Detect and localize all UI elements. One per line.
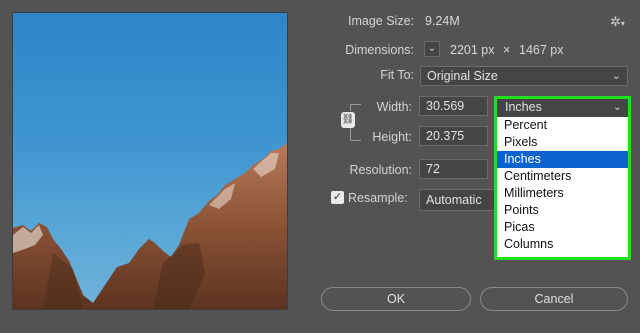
unit-dropdown[interactable]: Inches ⌄ Percent Pixels Inches Centimete…: [494, 96, 631, 260]
mountain-image: [13, 143, 287, 309]
resample-value: Automatic: [426, 193, 482, 207]
unit-option-columns[interactable]: Columns: [497, 236, 628, 253]
dimensions-label: Dimensions:: [345, 43, 414, 57]
image-preview: [12, 12, 288, 310]
fit-to-select[interactable]: Original Size ⌄: [420, 66, 628, 86]
dimensions-width: 2201 px: [450, 43, 495, 57]
cancel-button[interactable]: Cancel: [480, 287, 628, 311]
height-label: Height:: [372, 130, 412, 144]
resample-label: Resample:: [348, 191, 408, 205]
dimensions-times: ×: [503, 43, 511, 57]
unit-option-inches[interactable]: Inches: [497, 151, 628, 168]
unit-option-centimeters[interactable]: Centimeters: [497, 168, 628, 185]
unit-option-picas[interactable]: Picas: [497, 219, 628, 236]
dimensions-height: 1467 px: [519, 43, 564, 57]
unit-option-pixels[interactable]: Pixels: [497, 134, 628, 151]
unit-option-percent[interactable]: Percent: [497, 117, 628, 134]
image-size-value: 9.24M: [425, 14, 460, 28]
ok-button[interactable]: OK: [321, 287, 471, 311]
fit-to-value: Original Size: [427, 69, 498, 83]
width-input[interactable]: 30.569: [419, 96, 488, 116]
gear-icon[interactable]: ✲▾: [610, 14, 625, 30]
chevron-down-icon: ⌄: [612, 101, 622, 113]
unit-option-points[interactable]: Points: [497, 202, 628, 219]
image-size-label: Image Size:: [347, 14, 414, 28]
unit-dropdown-current-label: Inches: [505, 100, 542, 114]
height-input[interactable]: 20.375: [419, 126, 488, 146]
unit-dropdown-current[interactable]: Inches ⌄: [497, 99, 628, 117]
unit-option-millimeters[interactable]: Millimeters: [497, 185, 628, 202]
resolution-label: Resolution:: [349, 163, 412, 177]
resolution-input[interactable]: 72: [419, 159, 488, 179]
chevron-down-icon[interactable]: ⌄: [424, 41, 440, 57]
resample-checkbox[interactable]: ✓: [331, 191, 344, 204]
link-icon[interactable]: ⛓: [341, 112, 355, 128]
width-label: Width:: [376, 100, 412, 114]
chevron-down-icon: ⌄: [611, 70, 621, 82]
fit-to-label: Fit To:: [380, 68, 414, 82]
resample-select[interactable]: Automatic: [419, 189, 495, 211]
